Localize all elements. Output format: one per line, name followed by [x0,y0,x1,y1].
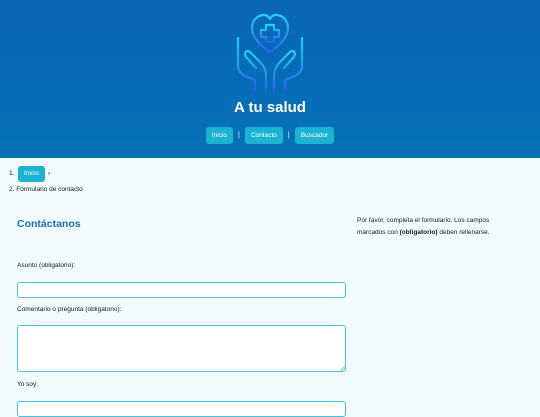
nav-contacto[interactable]: Contacto [244,127,283,144]
instructions-text-end: deben rellenarse. [437,229,490,236]
breadcrumb-number: 1. [9,170,15,177]
role-label: Yo soy: [17,381,39,388]
instructions-required-marker: (obligatorio) [399,229,438,236]
subject-label: Asunto (obligatorio): [17,262,76,269]
breadcrumb-item-1: 1. Inicio › [9,166,159,182]
breadcrumb-number: 2. [9,186,15,193]
main-nav: Inicio | Contacto | Buscador [0,127,540,144]
breadcrumb-current: Formulario de contacto [16,186,83,193]
site-header: A tu salud Inicio | Contacto | Buscador [0,0,540,158]
nav-separator: | [238,132,240,139]
resize-handle-icon[interactable] [340,366,345,371]
hands-heart-cross-icon [236,13,304,92]
site-title: A tu salud [234,99,306,116]
breadcrumb-item-2: 2. Formulario de contacto [9,186,83,193]
comment-label: Comentario o pregunta (obligatorio): [17,306,122,313]
nav-separator: | [287,132,290,139]
role-select[interactable] [17,401,346,417]
form-title: Contáctanos [17,218,81,230]
chevron-right-icon: › [48,170,51,177]
subject-input[interactable] [17,282,346,298]
breadcrumb-home-link[interactable]: Inicio [18,166,46,182]
comment-textarea[interactable] [17,325,346,372]
nav-inicio[interactable]: Inicio [205,127,234,144]
form-instructions: Por favor, completa el formulario. Los c… [357,215,517,239]
nav-buscador[interactable]: Buscador [294,127,335,144]
